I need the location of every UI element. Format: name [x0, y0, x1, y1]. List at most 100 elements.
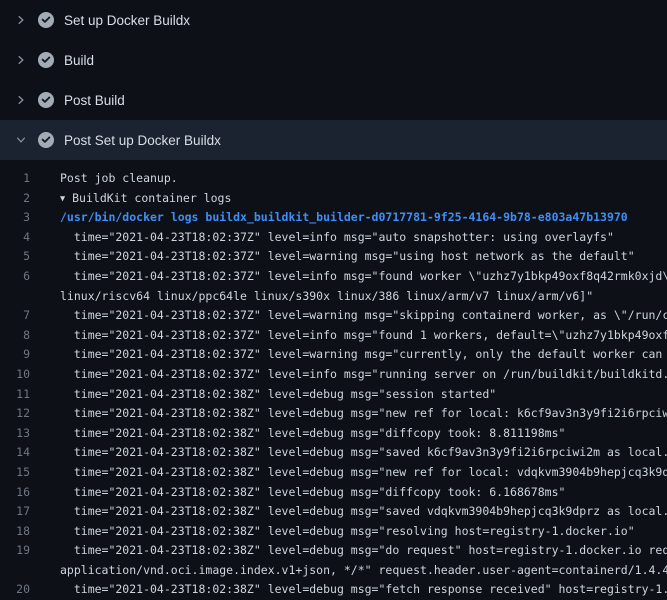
step-title: Set up Docker Buildx: [64, 13, 190, 28]
log-line-text: time="2021-04-23T18:02:38Z" level=debug …: [60, 404, 667, 424]
log-line: 16 time="2021-04-23T18:02:38Z" level=deb…: [0, 483, 667, 503]
log-text: Post job cleanup.: [60, 171, 178, 185]
log-line: 6 time="2021-04-23T18:02:37Z" level=info…: [0, 267, 667, 287]
log-line: application/vnd.oci.image.index.v1+json,…: [0, 561, 667, 581]
log-line-text: /usr/bin/docker logs buildx_buildkit_bui…: [60, 208, 667, 228]
log-line-number[interactable]: 7: [0, 306, 30, 326]
log-line-text: time="2021-04-23T18:02:37Z" level=warnin…: [60, 247, 667, 267]
log-line: 9 time="2021-04-23T18:02:37Z" level=warn…: [0, 345, 667, 365]
log-text: BuildKit container logs: [72, 191, 231, 205]
log-line-number[interactable]: 2: [0, 189, 30, 209]
check-circle-icon: [38, 132, 54, 148]
log-line: linux/riscv64 linux/ppc64le linux/s390x …: [0, 287, 667, 307]
log-text: time="2021-04-23T18:02:37Z" level=info m…: [60, 367, 667, 381]
log-line-number[interactable]: 13: [0, 424, 30, 444]
log-line-number[interactable]: 8: [0, 326, 30, 346]
check-circle-icon: [38, 12, 54, 28]
log-line-number[interactable]: 14: [0, 443, 30, 463]
log-line-text: time="2021-04-23T18:02:38Z" level=debug …: [60, 463, 667, 483]
collapse-toggle-icon[interactable]: ▼: [60, 190, 65, 209]
log-line: 13 time="2021-04-23T18:02:38Z" level=deb…: [0, 424, 667, 444]
step-section-header[interactable]: Post Build: [0, 80, 667, 120]
log-line-text: time="2021-04-23T18:02:37Z" level=warnin…: [60, 345, 667, 365]
chevron-right-icon: [14, 13, 28, 27]
log-text: time="2021-04-23T18:02:38Z" level=debug …: [60, 406, 667, 420]
log-line: 17 time="2021-04-23T18:02:38Z" level=deb…: [0, 502, 667, 522]
log-line: 19 time="2021-04-23T18:02:38Z" level=deb…: [0, 541, 667, 561]
log-text: time="2021-04-23T18:02:38Z" level=debug …: [60, 426, 565, 440]
log-text: time="2021-04-23T18:02:38Z" level=debug …: [60, 387, 496, 401]
log-line: 18 time="2021-04-23T18:02:38Z" level=deb…: [0, 522, 667, 542]
log-line-text: time="2021-04-23T18:02:38Z" level=debug …: [60, 502, 667, 522]
log-line: 2 ▼ BuildKit container logs: [0, 189, 667, 209]
log-line-number[interactable]: 12: [0, 404, 30, 424]
log-line-number[interactable]: 16: [0, 483, 30, 503]
steps-list: Set up Docker Buildx Build Post Buil: [0, 0, 667, 160]
log-lines: 1 Post job cleanup. 2 ▼ BuildKit containe…: [0, 160, 667, 600]
log-text: time="2021-04-23T18:02:38Z" level=debug …: [60, 524, 635, 538]
log-text: time="2021-04-23T18:02:38Z" level=debug …: [60, 445, 667, 459]
log-line: 8 time="2021-04-23T18:02:37Z" level=info…: [0, 326, 667, 346]
log-line-number[interactable]: 18: [0, 522, 30, 542]
log-text: time="2021-04-23T18:02:38Z" level=debug …: [60, 465, 667, 479]
log-line: 5 time="2021-04-23T18:02:37Z" level=warn…: [0, 247, 667, 267]
log-line-text: Post job cleanup.: [60, 169, 667, 189]
log-line-number[interactable]: 3: [0, 208, 30, 228]
log-line-number[interactable]: 5: [0, 247, 30, 267]
log-line: 12 time="2021-04-23T18:02:38Z" level=deb…: [0, 404, 667, 424]
log-line: 1 Post job cleanup.: [0, 169, 667, 189]
log-line-number[interactable]: 20: [0, 580, 30, 600]
log-line-number[interactable]: 6: [0, 267, 30, 287]
log-line: 14 time="2021-04-23T18:02:38Z" level=deb…: [0, 443, 667, 463]
log-line: 7 time="2021-04-23T18:02:37Z" level=warn…: [0, 306, 667, 326]
log-text: linux/riscv64 linux/ppc64le linux/s390x …: [60, 289, 593, 303]
log-text: time="2021-04-23T18:02:38Z" level=debug …: [60, 582, 667, 596]
log-line: 15 time="2021-04-23T18:02:38Z" level=deb…: [0, 463, 667, 483]
log-text: time="2021-04-23T18:02:37Z" level=warnin…: [60, 249, 635, 263]
log-text: time="2021-04-23T18:02:37Z" level=info m…: [60, 269, 667, 283]
log-line-text: time="2021-04-23T18:02:38Z" level=debug …: [60, 522, 667, 542]
log-line-number[interactable]: 11: [0, 385, 30, 405]
log-text: time="2021-04-23T18:02:38Z" level=debug …: [60, 504, 667, 518]
log-line-text: ▼ BuildKit container logs: [60, 189, 667, 209]
log-text: time="2021-04-23T18:02:37Z" level=info m…: [60, 230, 614, 244]
log-line-number[interactable]: [0, 561, 30, 581]
log-text: application/vnd.oci.image.index.v1+json,…: [60, 563, 667, 577]
step-section-header[interactable]: Build: [0, 40, 667, 80]
log-line-number[interactable]: 17: [0, 502, 30, 522]
log-line-number[interactable]: 1: [0, 169, 30, 189]
log-text: time="2021-04-23T18:02:37Z" level=warnin…: [60, 347, 667, 361]
log-line-text: time="2021-04-23T18:02:37Z" level=info m…: [60, 365, 667, 385]
log-text: time="2021-04-23T18:02:37Z" level=info m…: [60, 328, 667, 342]
log-text: /usr/bin/docker logs buildx_buildkit_bui…: [60, 210, 628, 224]
log-line: 4 time="2021-04-23T18:02:37Z" level=info…: [0, 228, 667, 248]
log-text: time="2021-04-23T18:02:38Z" level=debug …: [60, 485, 565, 499]
log-text: time="2021-04-23T18:02:38Z" level=debug …: [60, 543, 667, 557]
log-line-text: application/vnd.oci.image.index.v1+json,…: [60, 561, 667, 581]
step-title: Build: [64, 53, 94, 68]
check-circle-icon: [38, 52, 54, 68]
check-circle-icon: [38, 92, 54, 108]
log-line-number[interactable]: 19: [0, 541, 30, 561]
log-line-text: time="2021-04-23T18:02:37Z" level=info m…: [60, 326, 667, 346]
chevron-right-icon: [14, 93, 28, 107]
log-line-number[interactable]: 10: [0, 365, 30, 385]
log-line-number[interactable]: 4: [0, 228, 30, 248]
log-line-text: time="2021-04-23T18:02:38Z" level=debug …: [60, 483, 667, 503]
chevron-down-icon: [14, 133, 28, 147]
step-title: Post Set up Docker Buildx: [64, 133, 221, 148]
log-line: 3 /usr/bin/docker logs buildx_buildkit_b…: [0, 208, 667, 228]
log-line-number[interactable]: [0, 287, 30, 307]
log-line-text: linux/riscv64 linux/ppc64le linux/s390x …: [60, 287, 667, 307]
step-section-header[interactable]: Post Set up Docker Buildx: [0, 120, 667, 160]
log-line-text: time="2021-04-23T18:02:37Z" level=info m…: [60, 267, 667, 287]
step-section-header[interactable]: Set up Docker Buildx: [0, 0, 667, 40]
log-line-text: time="2021-04-23T18:02:38Z" level=debug …: [60, 580, 667, 600]
log-line-number[interactable]: 15: [0, 463, 30, 483]
actions-log-viewer: Set up Docker Buildx Build Post Buil: [0, 0, 667, 600]
log-text: time="2021-04-23T18:02:37Z" level=warnin…: [60, 308, 667, 322]
log-line-number[interactable]: 9: [0, 345, 30, 365]
chevron-right-icon: [14, 53, 28, 67]
log-line: 20 time="2021-04-23T18:02:38Z" level=deb…: [0, 580, 667, 600]
log-line-text: time="2021-04-23T18:02:38Z" level=debug …: [60, 385, 667, 405]
